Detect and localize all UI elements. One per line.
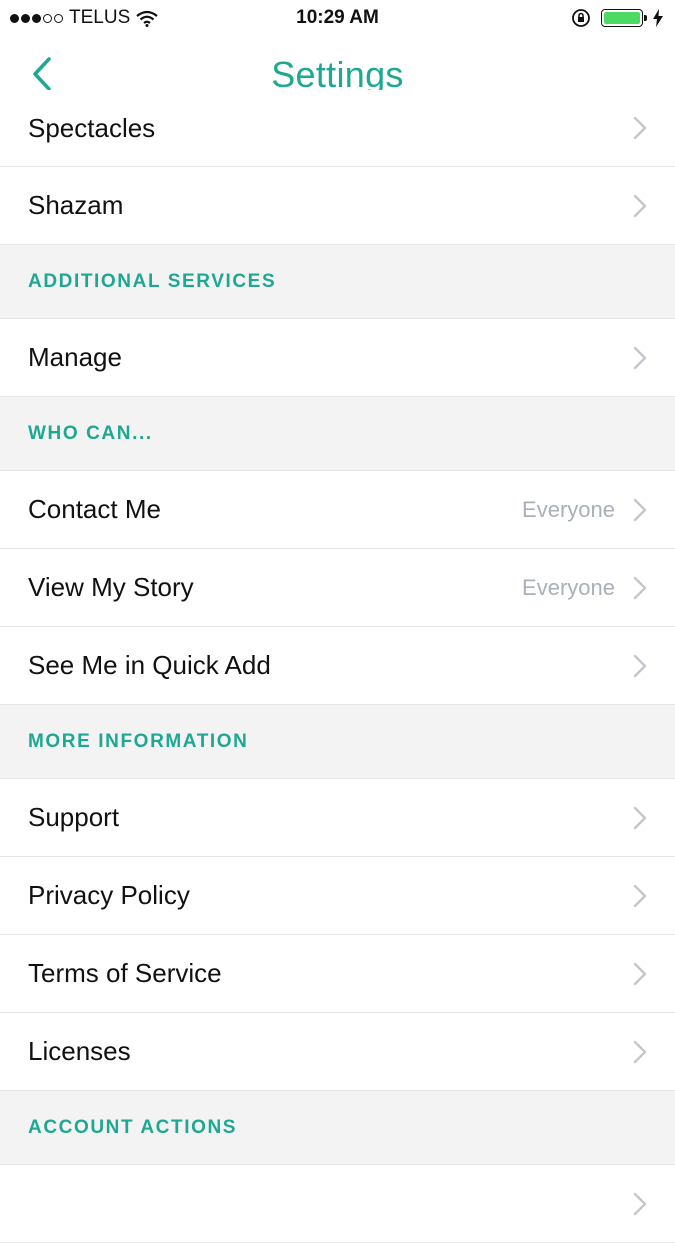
chevron-right-icon [633,884,647,908]
row-label: Manage [28,342,122,372]
settings-row-licenses[interactable]: Licenses [0,1013,675,1091]
row-label: Terms of Service [28,958,222,988]
row-label: See Me in Quick Add [28,650,271,680]
chevron-right-icon [633,576,647,600]
chevron-right-icon [633,116,647,140]
settings-row-manage[interactable]: Manage [0,319,675,397]
settings-row-contact-me[interactable]: Contact Me Everyone [0,471,675,549]
battery-icon [601,9,647,27]
row-label: Licenses [28,1036,131,1066]
section-label: MORE INFORMATION [28,730,249,752]
section-label: ACCOUNT ACTIONS [28,1116,238,1138]
section-header: ACCOUNT ACTIONS [0,1091,675,1165]
settings-row-settings-item[interactable] [0,1165,675,1243]
carrier-info: TELUS [0,7,158,29]
orientation-lock-icon [572,9,590,27]
battery-level [604,12,640,24]
section-label: WHO CAN... [28,422,153,444]
row-label: View My Story [28,572,194,602]
row-value: Everyone [522,496,615,522]
settings-row-see-me-in-quick-add[interactable]: See Me in Quick Add [0,627,675,705]
section-header: MORE INFORMATION [0,705,675,779]
row-label: Support [28,802,120,832]
chevron-right-icon [633,1040,647,1064]
settings-list: Spectacles Shazam ADDITIONAL SERVICES Manag… [0,90,675,1243]
charging-bolt-icon [653,9,663,27]
chevron-right-icon [633,498,647,522]
row-value: Everyone [522,574,615,600]
status-icons [571,8,675,28]
settings-row-view-my-story[interactable]: View My Story Everyone [0,549,675,627]
settings-row-shazam[interactable]: Shazam [0,167,675,245]
back-chevron-icon [33,57,51,91]
wifi-icon [136,10,158,27]
chevron-right-icon [633,346,647,370]
section-header: WHO CAN... [0,397,675,471]
chevron-right-icon [633,962,647,986]
chevron-right-icon [633,806,647,830]
section-header: ADDITIONAL SERVICES [0,245,675,319]
chevron-right-icon [633,1192,647,1216]
carrier-name: TELUS [69,7,131,28]
row-label: Shazam [28,190,124,220]
chevron-right-icon [633,654,647,678]
status-bar: TELUS 10:29 AM [0,0,675,36]
settings-row-support[interactable]: Support [0,779,675,857]
settings-row-terms-of-service[interactable]: Terms of Service [0,935,675,1013]
chevron-right-icon [633,194,647,218]
signal-strength-icon [10,13,63,23]
row-label: Privacy Policy [28,880,190,910]
row-label: Spectacles [28,112,156,143]
section-label: ADDITIONAL SERVICES [28,270,277,292]
settings-row-spectacles[interactable]: Spectacles [0,90,675,167]
row-label: Contact Me [28,494,161,524]
settings-row-privacy-policy[interactable]: Privacy Policy [0,857,675,935]
